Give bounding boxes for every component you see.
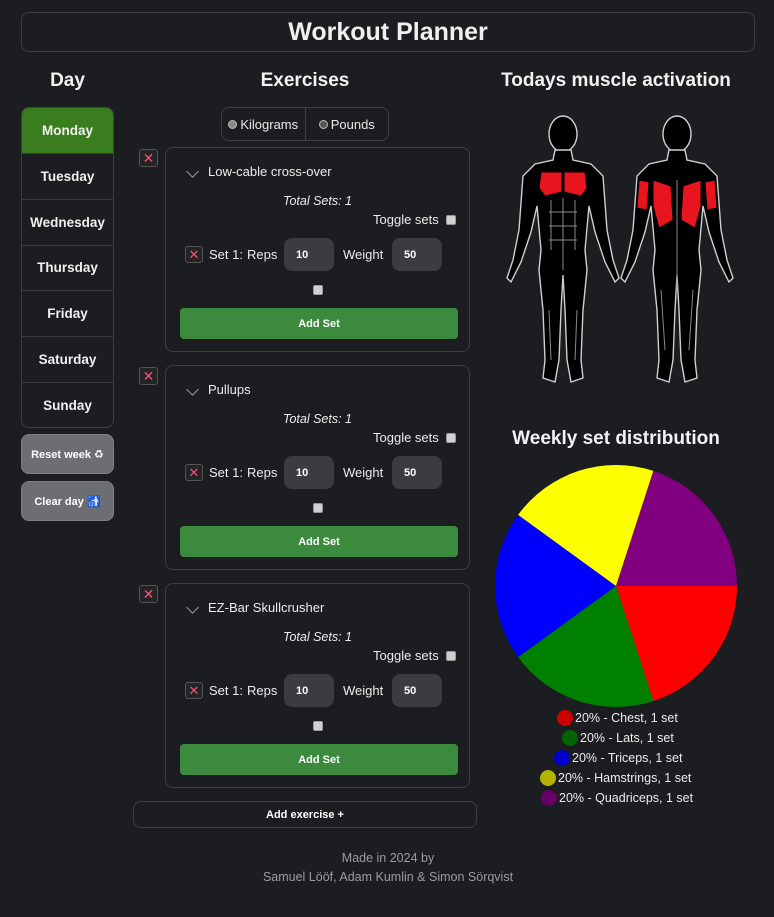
app-title: Workout Planner [288,17,488,46]
exercise-name: Pullups [208,382,251,397]
day-sunday[interactable]: Sunday [22,383,113,427]
exercise-card: EZ-Bar Skullcrusher Total Sets: 1 Toggle… [165,583,470,788]
radio-icon[interactable] [318,119,328,129]
legend-label: 20% - Hamstrings, 1 set [558,771,692,785]
legend-label: 20% - Triceps, 1 set [572,751,683,765]
weight-input[interactable]: 50 [392,674,442,707]
weight-label: Weight [343,683,384,698]
exercise-name: EZ-Bar Skullcrusher [208,600,325,615]
toggle-sets-label: Toggle sets [373,212,439,227]
weight-input[interactable]: 50 [392,238,442,271]
day-monday[interactable]: Monday [22,108,113,154]
day-wednesday[interactable]: Wednesday [22,200,113,246]
remove-exercise-button[interactable]: ✕ [139,149,158,167]
legend-swatch [554,750,570,766]
muscle-activation-figure [506,115,734,383]
day-thursday[interactable]: Thursday [22,246,113,292]
legend-swatch [562,730,578,746]
weight-label: Weight [343,247,384,262]
add-set-button[interactable]: Add Set [180,526,458,557]
reps-input[interactable]: 10 [284,674,334,707]
toggle-sets-label: Toggle sets [373,430,439,445]
legend-label: 20% - Quadriceps, 1 set [559,791,694,805]
legend-item: 20% - Chest, 1 set [557,710,678,726]
chevron-down-icon[interactable] [186,601,199,614]
footer-credits: Samuel Lööf, Adam Kumlin & Simon Sörqvis… [262,870,514,884]
legend-item: 20% - Quadriceps, 1 set [541,790,693,806]
set-label: Set 1: [209,465,243,480]
chevron-down-icon[interactable] [186,165,199,178]
exercise-name: Low-cable cross-over [208,164,332,179]
weight-input[interactable]: 50 [392,456,442,489]
weight-label: Weight [343,465,384,480]
exercise-card: Pullups Total Sets: 1 Toggle sets ✕ Set … [165,365,470,570]
toggle-sets-label: Toggle sets [373,648,439,663]
reset-week-button[interactable]: Reset week ♻ [21,434,114,474]
total-sets: Total Sets: 1 [282,412,353,426]
pounds-option[interactable]: Pounds [304,108,389,140]
reps-label: Reps [247,465,278,480]
remove-exercise-button[interactable]: ✕ [139,367,158,385]
reps-label: Reps [247,683,278,698]
legend-item: 20% - Triceps, 1 set [554,750,682,766]
day-column-title: Day [50,70,85,91]
kilograms-label: Kilograms [240,116,299,132]
activation-title: Todays muscle activation [501,70,731,91]
reps-input[interactable]: 10 [284,238,334,271]
remove-set-button[interactable]: ✕ [185,464,203,481]
remove-set-button[interactable]: ✕ [185,682,203,699]
reps-input[interactable]: 10 [284,456,334,489]
chevron-down-icon[interactable] [186,383,199,396]
exercises-column-title: Exercises [260,70,350,91]
total-sets: Total Sets: 1 [282,630,353,644]
set-label: Set 1: [209,683,243,698]
set-done-checkbox[interactable] [313,721,323,731]
legend-label: 20% - Lats, 1 set [580,731,674,745]
remove-exercise-button[interactable]: ✕ [139,585,158,603]
distribution-title: Weekly set distribution [512,428,720,449]
toggle-sets-checkbox[interactable] [446,433,456,443]
footer-line-1: Made in 2024 by [341,851,435,865]
total-sets: Total Sets: 1 [282,194,353,208]
set-label: Set 1: [209,247,243,262]
day-tuesday[interactable]: Tuesday [22,154,113,200]
legend-swatch [557,710,573,726]
toggle-sets-checkbox[interactable] [446,651,456,661]
set-done-checkbox[interactable] [313,503,323,513]
toggle-sets-checkbox[interactable] [446,215,456,225]
legend-swatch [541,790,557,806]
remove-set-button[interactable]: ✕ [185,246,203,263]
unit-toggle: Kilograms Pounds [221,107,389,141]
weekly-distribution-pie-chart [495,465,737,707]
app-header: Workout Planner [21,12,755,52]
add-set-button[interactable]: Add Set [180,308,458,339]
exercise-card: Low-cable cross-over Total Sets: 1 Toggl… [165,147,470,352]
set-done-checkbox[interactable] [313,285,323,295]
day-list: Monday Tuesday Wednesday Thursday Friday… [21,107,114,428]
radio-icon[interactable] [228,119,238,129]
add-set-button[interactable]: Add Set [180,744,458,775]
add-exercise-button[interactable]: Add exercise + [133,801,477,828]
legend-item: 20% - Lats, 1 set [562,730,674,746]
kilograms-option[interactable]: Kilograms [222,108,305,140]
reps-label: Reps [247,247,278,262]
day-friday[interactable]: Friday [22,291,113,338]
clear-day-button[interactable]: Clear day 🚮 [21,481,114,521]
legend-label: 20% - Chest, 1 set [575,711,678,725]
legend-item: 20% - Hamstrings, 1 set [540,770,691,786]
legend-swatch [540,770,556,786]
pounds-label: Pounds [330,116,375,132]
day-saturday[interactable]: Saturday [22,337,113,384]
